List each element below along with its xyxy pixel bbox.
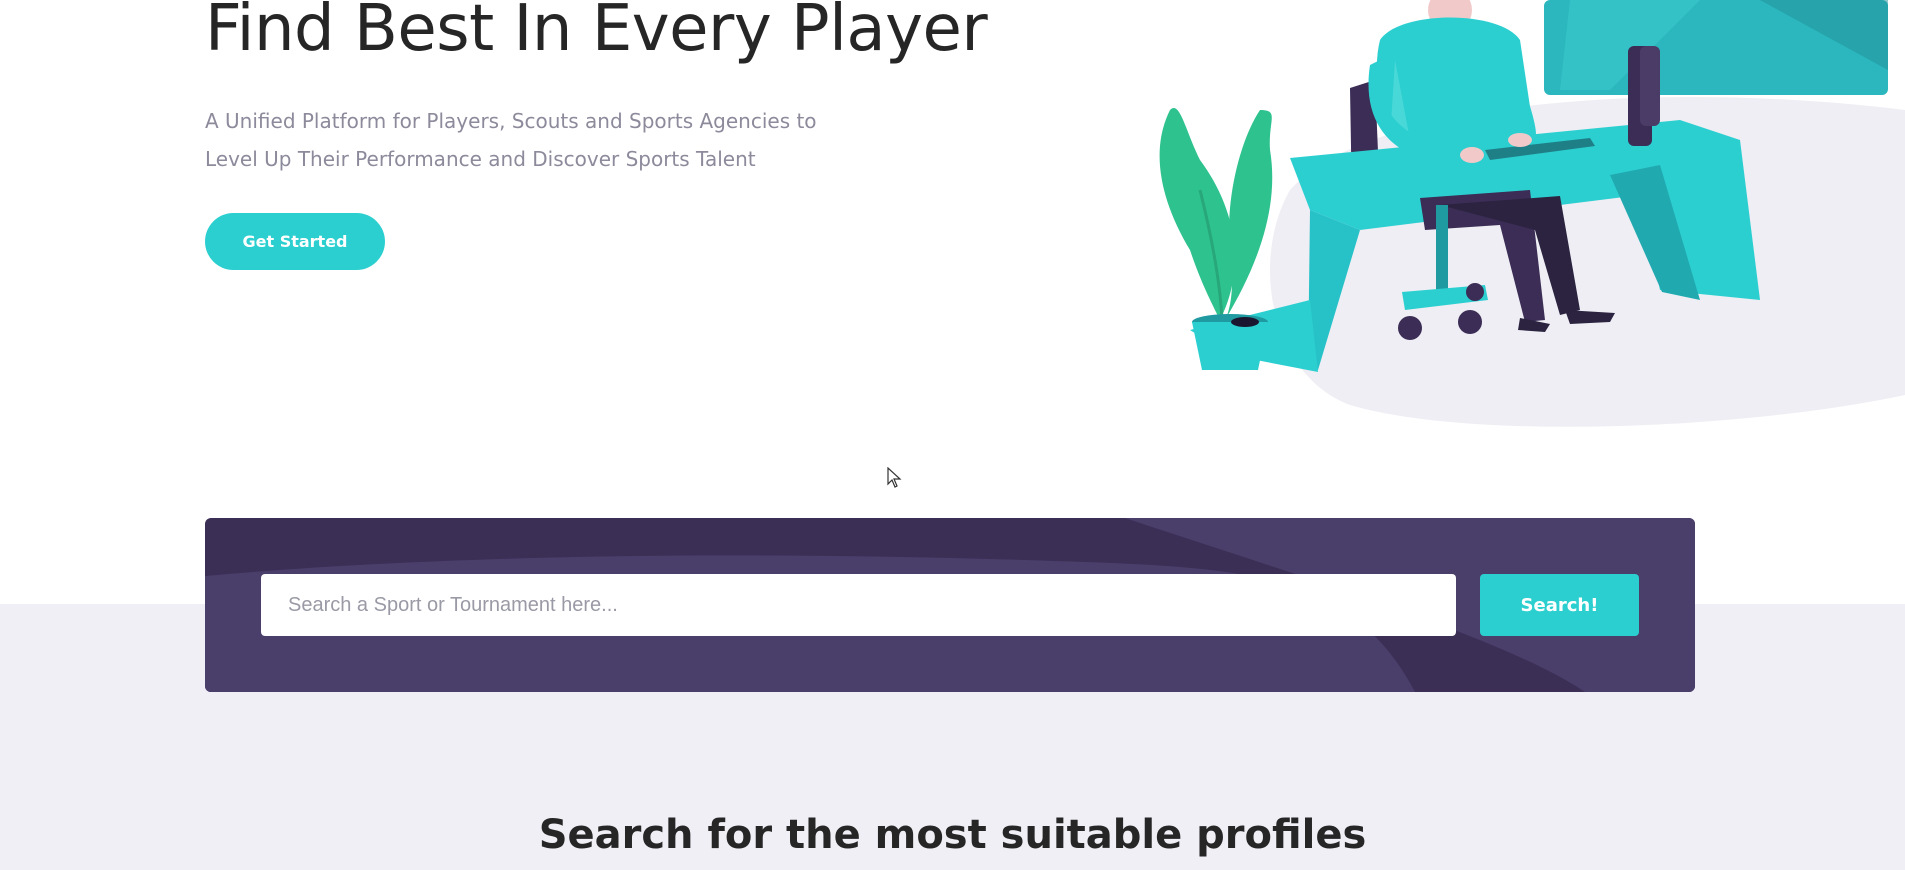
section-title: Search for the most suitable profiles (538, 812, 1367, 858)
search-button[interactable]: Search! (1480, 574, 1639, 636)
get-started-button[interactable]: Get Started (205, 213, 385, 270)
hero-subtitle: A Unified Platform for Players, Scouts a… (205, 102, 845, 178)
search-input[interactable] (261, 574, 1456, 636)
person-at-desk-illustration (1159, 0, 1905, 427)
mouse-cursor-icon (887, 467, 902, 488)
hero-title: Find Best In Every Player (205, 0, 988, 66)
hero-subtitle-line-2: Level Up Their Performance and Discover … (205, 147, 756, 171)
search-panel: Search! (205, 518, 1695, 692)
hero-subtitle-line-1: A Unified Platform for Players, Scouts a… (205, 109, 817, 133)
